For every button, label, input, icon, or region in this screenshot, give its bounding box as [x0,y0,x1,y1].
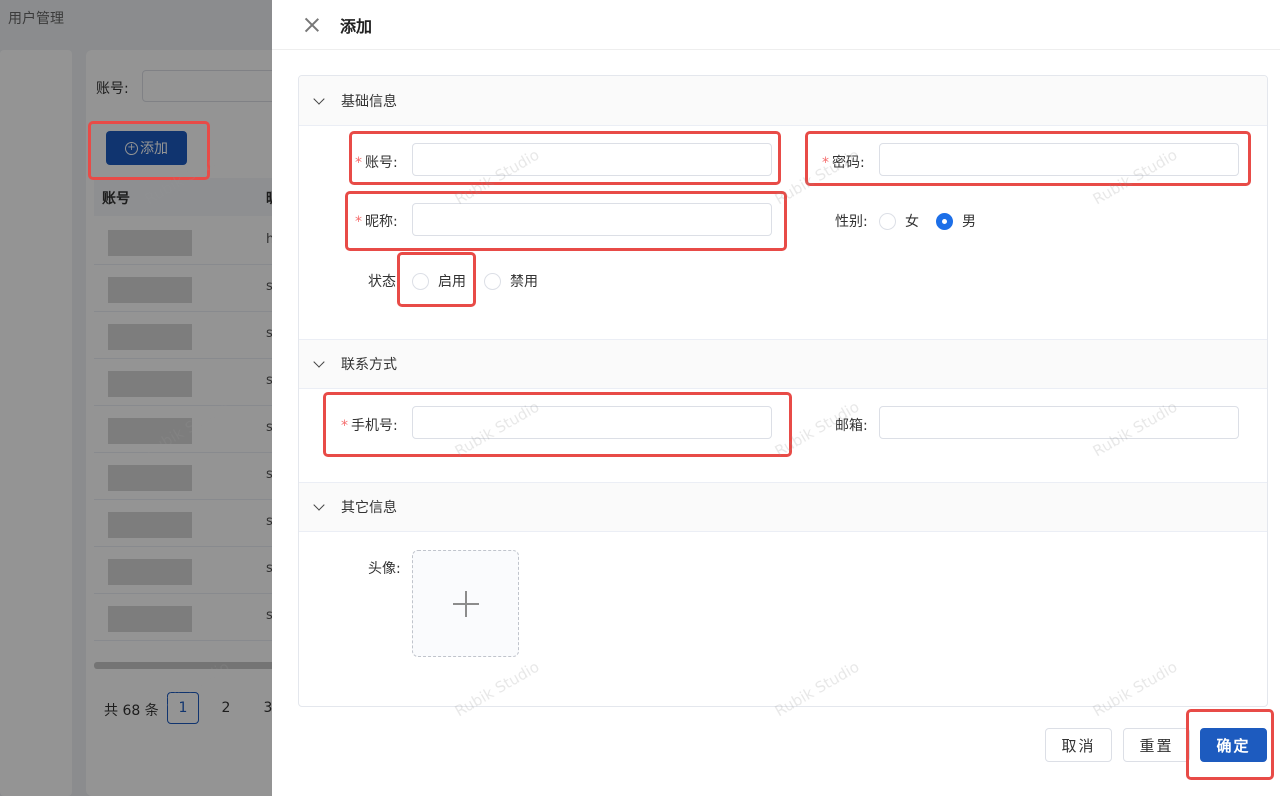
form-container: 基础信息 * 账号: * 密码: * 昵称: 性别: 女 男 状态: 启用 禁用 联系… [298,75,1268,707]
cancel-button[interactable]: 取消 [1045,728,1112,762]
chevron-down-icon [313,356,325,368]
nickname-input[interactable] [412,203,772,236]
password-input[interactable] [879,143,1239,176]
email-input[interactable] [879,406,1239,439]
chevron-down-icon [313,499,325,511]
add-user-drawer: 添加 基础信息 * 账号: * 密码: * 昵称: 性别: 女 男 状态: 启用 禁用… [272,0,1280,796]
status-label: 状态: [368,274,401,290]
email-label: 邮箱: [835,418,868,434]
reset-button[interactable]: 重置 [1123,728,1190,762]
status-radio-enabled[interactable]: 启用 [412,271,466,291]
close-icon[interactable] [304,17,320,33]
avatar-label: 头像: [368,561,401,577]
section-title: 基础信息 [341,93,397,110]
account-label: * 账号: [355,155,398,171]
drawer-title: 添加 [340,16,373,36]
status-radio-disabled[interactable]: 禁用 [484,271,538,291]
section-basic-info[interactable]: 基础信息 [299,76,1267,126]
gender-label: 性别: [835,214,868,230]
radio-circle [879,212,896,230]
section-title: 联系方式 [341,357,397,373]
section-other-info[interactable]: 其它信息 [299,482,1267,532]
section-contact[interactable]: 联系方式 [299,339,1267,389]
avatar-upload[interactable] [412,550,519,657]
drawer-header: 添加 [272,0,1280,50]
radio-circle [412,272,429,290]
phone-label: * 手机号: [341,418,398,434]
gender-radio-male[interactable]: 男 [936,211,976,231]
nickname-label: * 昵称: [355,214,398,230]
phone-input[interactable] [412,406,772,439]
gender-radio-female[interactable]: 女 [879,211,919,231]
confirm-button[interactable]: 确定 [1200,728,1267,762]
account-input[interactable] [412,143,772,176]
plus-icon [452,590,479,617]
chevron-down-icon [313,92,325,105]
radio-circle [484,272,501,290]
password-label: * 密码: [822,155,865,171]
radio-circle-selected [936,212,953,230]
section-title: 其它信息 [341,500,397,516]
